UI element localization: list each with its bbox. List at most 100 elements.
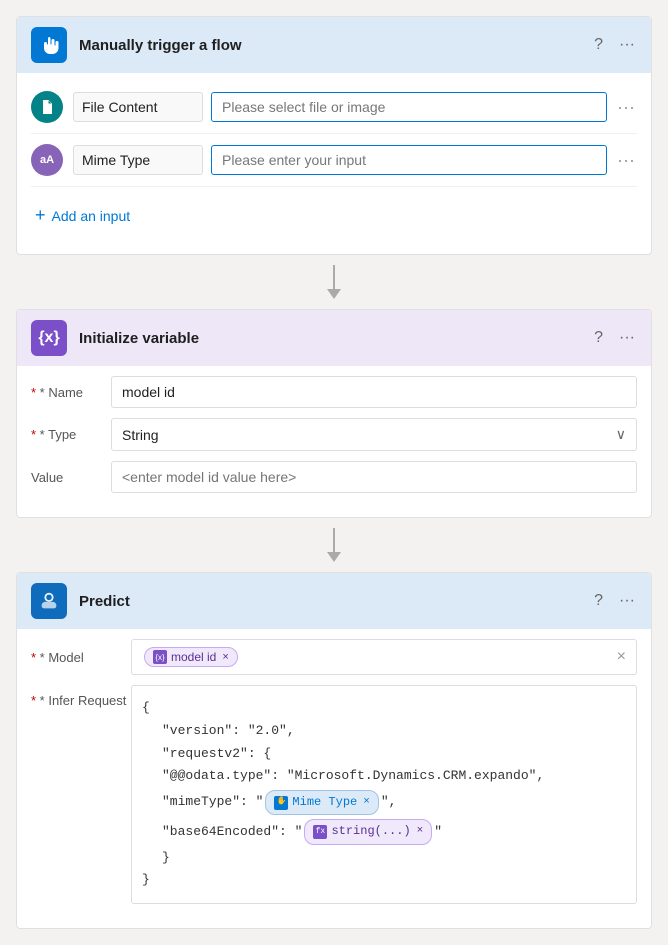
arrow-down-1	[327, 265, 341, 299]
ellipsis-icon-5: ···	[619, 592, 635, 610]
model-label: * Model	[31, 650, 131, 665]
type-value: String	[122, 427, 159, 443]
code-requestv2: "requestv2": {	[162, 744, 271, 765]
model-id-tag: {x} model id ×	[144, 647, 238, 667]
tag-icon-label: {x}	[155, 653, 164, 662]
name-row: * Name	[31, 376, 637, 408]
arrow-line-2	[333, 528, 335, 552]
trigger-tag-icon-label: ✋	[276, 796, 286, 809]
value-input[interactable]	[111, 461, 637, 493]
code-line-1: "version": "2.0",	[142, 721, 626, 742]
predict-body: * Model {x} model id × × * Infer Request…	[17, 629, 651, 928]
model-tag-close[interactable]: ×	[222, 651, 228, 663]
hand-icon	[39, 35, 59, 55]
trigger-tag-icon: ✋	[274, 796, 288, 810]
value-label: Value	[31, 470, 111, 485]
model-clear-button[interactable]: ×	[617, 648, 626, 666]
connector-1	[16, 255, 652, 309]
mime-type-label: Mime Type	[73, 145, 203, 175]
type-label: * Type	[31, 427, 111, 442]
code-version: "version": "2.0",	[162, 721, 295, 742]
ellipsis-icon-3: ···	[617, 150, 635, 171]
model-field[interactable]: {x} model id × ×	[131, 639, 637, 675]
code-outer-close: }	[142, 870, 150, 891]
chevron-down-icon: ∨	[616, 426, 626, 443]
init-title: Initialize variable	[79, 330, 592, 347]
variable-tag-icon: {x}	[153, 650, 167, 664]
code-line-0: {	[142, 698, 626, 719]
add-input-button[interactable]: + Add an input	[31, 195, 134, 236]
code-brace-open: {	[142, 698, 150, 719]
file-content-type-icon	[31, 91, 63, 123]
brain-icon	[38, 590, 60, 612]
predict-menu-button[interactable]: ···	[617, 590, 637, 612]
file-content-row: File Content Please select file or image…	[31, 81, 637, 134]
model-row: * Model {x} model id × ×	[31, 639, 637, 675]
init-menu-button[interactable]: ···	[617, 327, 637, 349]
init-header: {x} Initialize variable ? ···	[17, 310, 651, 366]
ellipsis-icon: ···	[619, 36, 635, 54]
code-close-brace: }	[162, 848, 170, 869]
init-actions: ? ···	[592, 327, 637, 349]
mime-type-tag: ✋ Mime Type ×	[265, 790, 378, 815]
predict-help-button[interactable]: ?	[592, 590, 605, 612]
code-line-5: "base64Encoded": " fx string(...) × "	[142, 818, 626, 845]
file-content-menu-button[interactable]: ···	[615, 95, 637, 120]
connector-2	[16, 518, 652, 572]
infer-request-field[interactable]: { "version": "2.0", "requestv2": { "@@od…	[131, 685, 637, 904]
arrow-head-2	[327, 552, 341, 562]
mime-type-menu-button[interactable]: ···	[615, 148, 637, 173]
predict-title: Predict	[79, 593, 592, 610]
code-line-6: }	[142, 848, 626, 869]
code-mimetype-before: "mimeType": "	[162, 792, 263, 813]
init-help-button[interactable]: ?	[592, 327, 605, 349]
file-content-label: File Content	[73, 92, 203, 122]
code-line-2: "requestv2": {	[142, 744, 626, 765]
trigger-title: Manually trigger a flow	[79, 37, 592, 54]
code-line-4: "mimeType": " ✋ Mime Type × ",	[142, 789, 626, 816]
trigger-body: File Content Please select file or image…	[17, 73, 651, 254]
mime-type-value[interactable]: Please enter your input	[211, 145, 607, 175]
add-input-section: + Add an input	[31, 187, 637, 240]
arrow-head-1	[327, 289, 341, 299]
value-row: Value	[31, 461, 637, 493]
arrow-down-2	[327, 528, 341, 562]
trigger-menu-button[interactable]: ···	[617, 34, 637, 56]
code-base64-after: "	[434, 822, 442, 843]
predict-icon	[31, 583, 67, 619]
predict-actions: ? ···	[592, 590, 637, 612]
string-func-tag: fx string(...) ×	[304, 819, 432, 844]
mime-type-row: aA Mime Type Please enter your input ···	[31, 134, 637, 187]
code-line-3: "@@odata.type": "Microsoft.Dynamics.CRM.…	[142, 766, 626, 787]
ellipsis-icon-2: ···	[617, 97, 635, 118]
init-icon: {x}	[31, 320, 67, 356]
mime-type-tag-label: Mime Type	[292, 793, 357, 812]
document-icon	[39, 99, 55, 115]
trigger-card: Manually trigger a flow ? ··· File Conte…	[16, 16, 652, 255]
func-tag-icon: fx	[313, 825, 327, 839]
code-line-7: }	[142, 870, 626, 891]
question-icon-2: ?	[594, 329, 603, 347]
trigger-header: Manually trigger a flow ? ···	[17, 17, 651, 73]
trigger-actions: ? ···	[592, 34, 637, 56]
code-base64-before: "base64Encoded": "	[162, 822, 302, 843]
type-row: * Type String ∨	[31, 418, 637, 451]
type-select[interactable]: String ∨	[111, 418, 637, 451]
arrow-line-1	[333, 265, 335, 289]
file-content-value[interactable]: Please select file or image	[211, 92, 607, 122]
question-icon: ?	[594, 36, 603, 54]
add-input-label: Add an input	[52, 208, 131, 224]
init-body: * Name * Type String ∨ Value	[17, 366, 651, 517]
string-func-close[interactable]: ×	[417, 823, 424, 841]
name-input[interactable]	[111, 376, 637, 408]
mime-type-icon: aA	[31, 144, 63, 176]
string-func-label: string(...)	[331, 822, 410, 841]
ellipsis-icon-4: ···	[619, 329, 635, 347]
code-mimetype-after: ",	[381, 792, 397, 813]
mime-type-tag-close[interactable]: ×	[363, 794, 370, 812]
init-variable-card: {x} Initialize variable ? ··· * Name * T…	[16, 309, 652, 518]
code-odata: "@@odata.type": "Microsoft.Dynamics.CRM.…	[162, 766, 544, 787]
trigger-help-button[interactable]: ?	[592, 34, 605, 56]
variable-icon: {x}	[38, 329, 59, 347]
plus-icon: +	[35, 205, 46, 226]
